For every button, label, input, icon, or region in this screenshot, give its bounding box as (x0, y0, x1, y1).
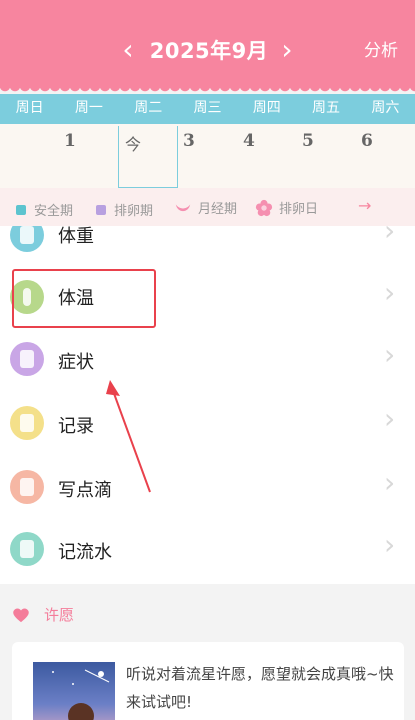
date-cell-3[interactable]: 3 (183, 131, 195, 151)
weekday-sat: 周六 (371, 100, 400, 116)
weekday-sun: 周日 (15, 100, 44, 116)
ledger-icon (10, 532, 44, 566)
legend-period: 月经期 (174, 198, 237, 217)
list-item-label: 体重 (58, 226, 94, 247)
weekday-wed: 周三 (193, 100, 222, 116)
highlight-box (12, 269, 156, 328)
list-item-label: 记流水 (58, 542, 112, 563)
wish-text: 听说对着流星许愿，愿望就会成真哦~快来试试吧! (126, 665, 394, 711)
list-item-weight[interactable]: 体重 › (0, 226, 415, 266)
next-month-button[interactable]: › (276, 36, 298, 64)
list-item-ledger[interactable]: 记流水 › (0, 518, 415, 580)
date-cell-5[interactable]: 5 (302, 131, 314, 151)
chevron-right-icon: › (384, 226, 396, 247)
legend-ovulation-day: 排卵日 (255, 198, 318, 217)
list-item-symptom[interactable]: 症状 › (0, 328, 415, 390)
list-item-diary[interactable]: 写点滴 › (0, 456, 415, 518)
chevron-right-icon: › (384, 338, 396, 371)
date-cell-6[interactable]: 6 (361, 131, 373, 151)
legend-arrow-icon[interactable]: → (358, 196, 371, 215)
header-scallop-edge (0, 86, 415, 94)
legend-ovulation-period-label: 排卵期 (114, 204, 154, 219)
weekday-tue: 周二 (134, 100, 163, 116)
weekday-thu: 周四 (252, 100, 281, 116)
heart-icon (13, 608, 29, 623)
weekday-mon: 周一 (74, 100, 103, 116)
chevron-right-icon: › (384, 402, 396, 435)
wish-section-title: 许愿 (44, 606, 75, 624)
date-cell-1[interactable]: 1 (64, 131, 76, 151)
calendar-date-row (0, 124, 415, 188)
flower-icon (255, 199, 273, 216)
date-cell-4[interactable]: 4 (243, 131, 255, 151)
ovulation-period-swatch-icon (96, 204, 106, 215)
chevron-right-icon: › (384, 466, 396, 499)
note-icon (10, 406, 44, 440)
list-item-record[interactable]: 记录 › (0, 392, 415, 454)
annotation-arrow-icon (106, 380, 151, 493)
today-label: 今 (125, 135, 142, 154)
safe-period-swatch-icon (16, 204, 26, 215)
list-item-label: 记录 (58, 416, 94, 437)
month-title: 2025年9月 (149, 39, 269, 63)
legend-ovulation-period: 排卵期 (96, 200, 153, 219)
symptom-icon (10, 342, 44, 376)
weekday-bar: 周日 周一 周二 周三 周四 周五 周六 (0, 94, 415, 124)
chevron-right-icon: › (384, 276, 396, 309)
weekday-fri: 周五 (312, 100, 341, 116)
chevron-right-icon: › (384, 528, 396, 561)
list-item-label: 症状 (58, 352, 94, 373)
legend-period-label: 月经期 (198, 202, 238, 217)
legend-safe-label: 安全期 (34, 204, 74, 219)
legend-ovulation-day-label: 排卵日 (279, 202, 319, 217)
crescent-moon-icon (175, 203, 191, 211)
legend-safe: 安全期 (16, 200, 73, 219)
diary-icon (10, 470, 44, 504)
wish-illustration (33, 662, 115, 720)
prev-month-button[interactable]: ‹ (117, 36, 139, 64)
analyze-button[interactable]: 分析 (356, 38, 406, 64)
scale-icon (10, 226, 44, 252)
